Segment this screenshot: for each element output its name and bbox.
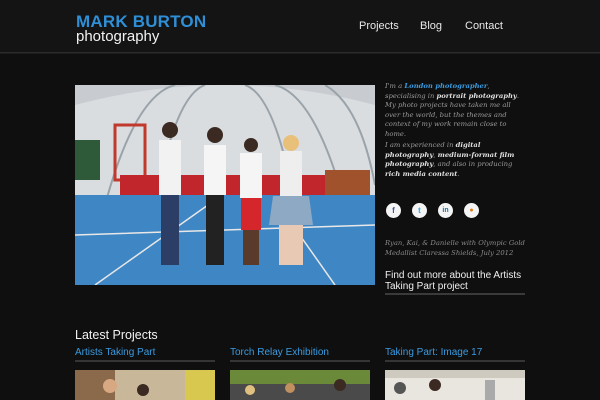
hero-photo[interactable]	[75, 85, 375, 285]
header-divider	[0, 53, 600, 54]
project-thumbnail-image	[385, 370, 525, 400]
facebook-icon[interactable]: f	[386, 203, 401, 218]
experience-paragraph: I am experienced in digital photography,…	[385, 141, 515, 178]
project-thumbnail-image	[230, 370, 370, 400]
linkedin-icon[interactable]: in	[438, 203, 453, 218]
project-divider	[385, 360, 525, 362]
project-thumbnail-image	[75, 370, 215, 400]
project-title-taking-part-image-17[interactable]: Taking Part: Image 17	[385, 347, 482, 358]
latest-projects-heading: Latest Projects	[75, 328, 158, 342]
nav-blog[interactable]: Blog	[420, 20, 442, 32]
project-thumbnail-torch-relay-exhibition[interactable]	[230, 370, 370, 400]
project-divider	[75, 360, 215, 362]
twitter-icon[interactable]: t	[412, 203, 427, 218]
project-title-torch-relay-exhibition[interactable]: Torch Relay Exhibition	[230, 347, 329, 358]
nav-contact[interactable]: Contact	[465, 20, 503, 32]
project-title-artists-taking-part[interactable]: Artists Taking Part	[75, 347, 155, 358]
intro-paragraph: I'm a London photographer, specialising …	[385, 82, 520, 138]
find-out-divider	[385, 293, 525, 295]
logo-tagline[interactable]: photography	[76, 28, 159, 45]
project-divider	[230, 360, 370, 362]
find-out-more-link[interactable]: Find out more about the Artists Taking P…	[385, 270, 527, 292]
nav-projects[interactable]: Projects	[359, 20, 399, 32]
rss-icon[interactable]: ●	[464, 203, 479, 218]
project-thumbnail-taking-part-image-17[interactable]	[385, 370, 525, 400]
hero-photo-image	[75, 85, 375, 285]
hero-caption: Ryan, Kai, & Danielle with Olympic Gold …	[385, 239, 525, 257]
project-thumbnail-artists-taking-part[interactable]	[75, 370, 215, 400]
london-photographer-link[interactable]: London photographer	[404, 82, 487, 90]
